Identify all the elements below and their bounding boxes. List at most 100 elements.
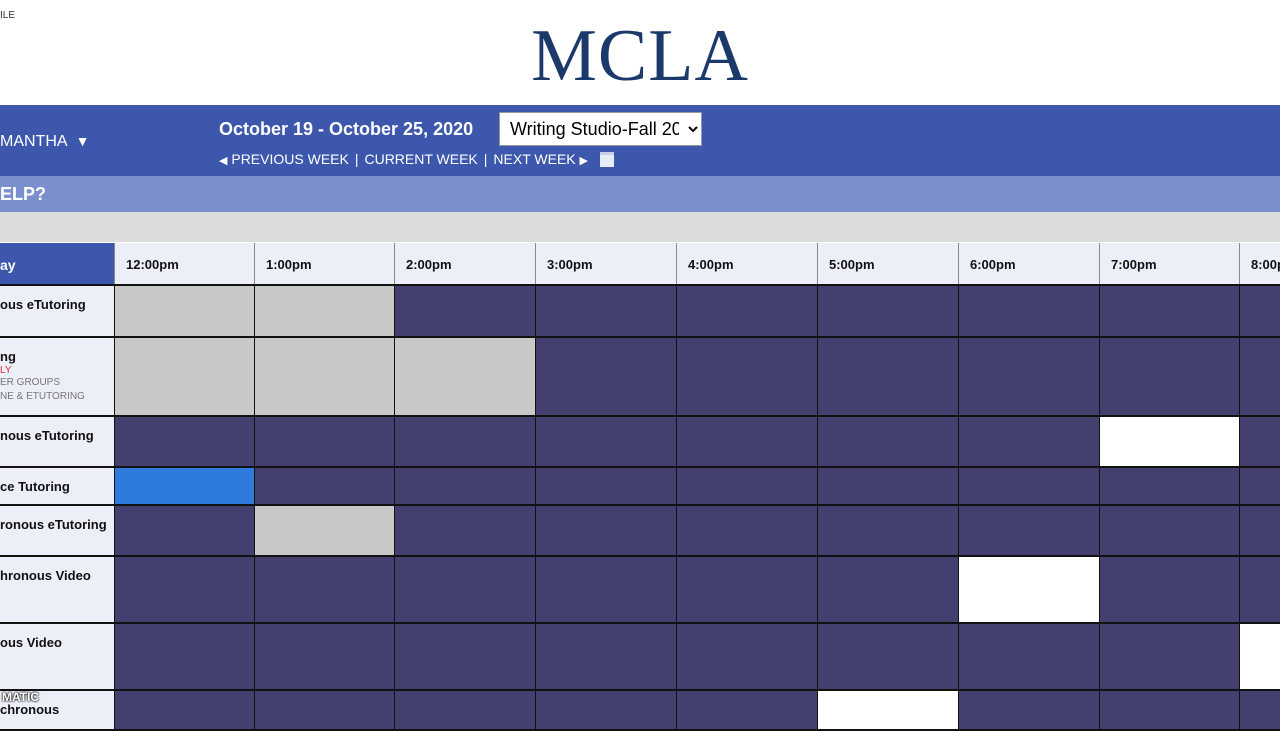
time-slot-unavailable [817,468,958,504]
user-menu[interactable]: MANTHA ▼ [0,133,89,151]
time-slot-unavailable [1239,417,1280,466]
calendar-icon[interactable] [599,151,614,167]
time-slot-unavailable [676,468,817,504]
time-slot-unavailable [1099,691,1239,729]
row-title: ronous eTutoring [0,517,107,532]
time-slot-open[interactable] [958,557,1099,622]
time-slot-unavailable [817,338,958,415]
time-header-cell: 6:00pm [958,243,1099,284]
time-slot-booked[interactable] [114,468,254,504]
time-slot-open[interactable] [1099,417,1239,466]
time-header-cell: 2:00pm [394,243,535,284]
schedule-row: ous eTutoring [0,286,1280,338]
row-title: ng [0,349,16,364]
next-week-label: NEXT WEEK [493,151,576,167]
schedule-row: ce Tutoring [0,468,1280,506]
time-slot-unavailable [114,624,254,689]
time-header-cell: 8:00p [1239,243,1280,284]
time-slot-unavailable [1239,691,1280,729]
previous-week-label: PREVIOUS WEEK [231,151,349,167]
row-subnote: ER GROUPS [0,377,61,388]
time-header-cell: 4:00pm [676,243,817,284]
row-label: ous eTutoring [0,286,114,336]
time-slot-unavailable [817,624,958,689]
schedule-row: nous eTutoring [0,417,1280,468]
time-slot-past [254,286,394,336]
time-slot-unavailable [958,506,1099,555]
time-slot-unavailable [817,506,958,555]
time-slot-unavailable [114,417,254,466]
time-slot-past [114,338,254,415]
schedule-select[interactable]: Writing Studio-Fall 2020 [499,112,702,146]
time-slot-unavailable [394,286,535,336]
time-slot-unavailable [535,417,676,466]
time-slot-unavailable [817,417,958,466]
time-slot-unavailable [394,691,535,729]
time-slot-open[interactable] [1239,624,1280,689]
time-slot-unavailable [394,624,535,689]
row-label: ronous eTutoring [0,506,114,555]
row-title: ous eTutoring [0,297,86,312]
time-header-cell: 5:00pm [817,243,958,284]
time-slot-unavailable [817,286,958,336]
time-slot-open[interactable] [817,691,958,729]
time-slot-unavailable [1099,338,1239,415]
watermark: MATIC [2,690,40,704]
row-title: ce Tutoring [0,479,70,494]
time-slot-unavailable [114,691,254,729]
time-slot-unavailable [254,691,394,729]
row-label: nous eTutoring [0,417,114,466]
arrow-left-icon: ◀ [219,155,228,167]
time-slot-unavailable [1239,286,1280,336]
row-title: hronous Video [0,568,91,583]
row-title: chronous [0,702,60,717]
time-header-cell: 1:00pm [254,243,394,284]
time-slot-unavailable [1239,338,1280,415]
week-date-range: October 19 - October 25, 2020 [219,119,474,139]
schedule-row: hronous Video [0,557,1280,624]
time-slot-unavailable [676,417,817,466]
time-slot-unavailable [114,557,254,622]
next-week-link[interactable]: NEXT WEEK ▶ [493,151,588,167]
time-slot-unavailable [958,624,1099,689]
schedule-row: chronous [0,691,1280,731]
time-slot-unavailable [254,417,394,466]
row-title: ous Video [0,635,62,650]
time-slot-past [254,338,394,415]
time-slot-unavailable [535,691,676,729]
time-slot-unavailable [1099,286,1239,336]
top-bar: MANTHA ▼ October 19 - October 25, 2020 Wr… [0,105,1280,176]
user-name: MANTHA [0,133,68,150]
time-slot-unavailable [535,506,676,555]
time-slot-unavailable [676,557,817,622]
time-slot-unavailable [254,557,394,622]
time-slot-unavailable [676,506,817,555]
time-header-cell: 7:00pm [1099,243,1239,284]
gray-band [0,212,1280,242]
caret-down-icon: ▼ [75,133,90,149]
time-slot-unavailable [958,417,1099,466]
time-header-cell: 3:00pm [535,243,676,284]
week-navigation: ◀ PREVIOUS WEEK | CURRENT WEEK | NEXT WE… [219,151,614,167]
time-slot-unavailable [535,624,676,689]
row-subnote: NE & ETUTORING [0,391,85,402]
nav-separator: | [483,151,488,167]
schedule-row: ous Video [0,624,1280,691]
time-slot-unavailable [254,624,394,689]
time-header-row: ay 12:00pm 1:00pm 2:00pm 3:00pm 4:00pm 5:00pm… [0,243,1280,286]
current-week-link[interactable]: CURRENT WEEK [364,151,477,167]
previous-week-link[interactable]: ◀ PREVIOUS WEEK [219,151,349,167]
time-slot-unavailable [1239,557,1280,622]
time-slot-unavailable [958,338,1099,415]
time-slot-unavailable [676,624,817,689]
time-slot-unavailable [394,557,535,622]
row-label: hronous Video [0,557,114,622]
help-bar: ELP? [0,176,1280,212]
help-label: ELP? [0,184,47,204]
time-slot-unavailable [958,468,1099,504]
time-slot-unavailable [535,557,676,622]
time-slot-unavailable [676,338,817,415]
row-note: LY [0,365,12,376]
time-slot-unavailable [535,286,676,336]
time-slot-unavailable [1099,624,1239,689]
